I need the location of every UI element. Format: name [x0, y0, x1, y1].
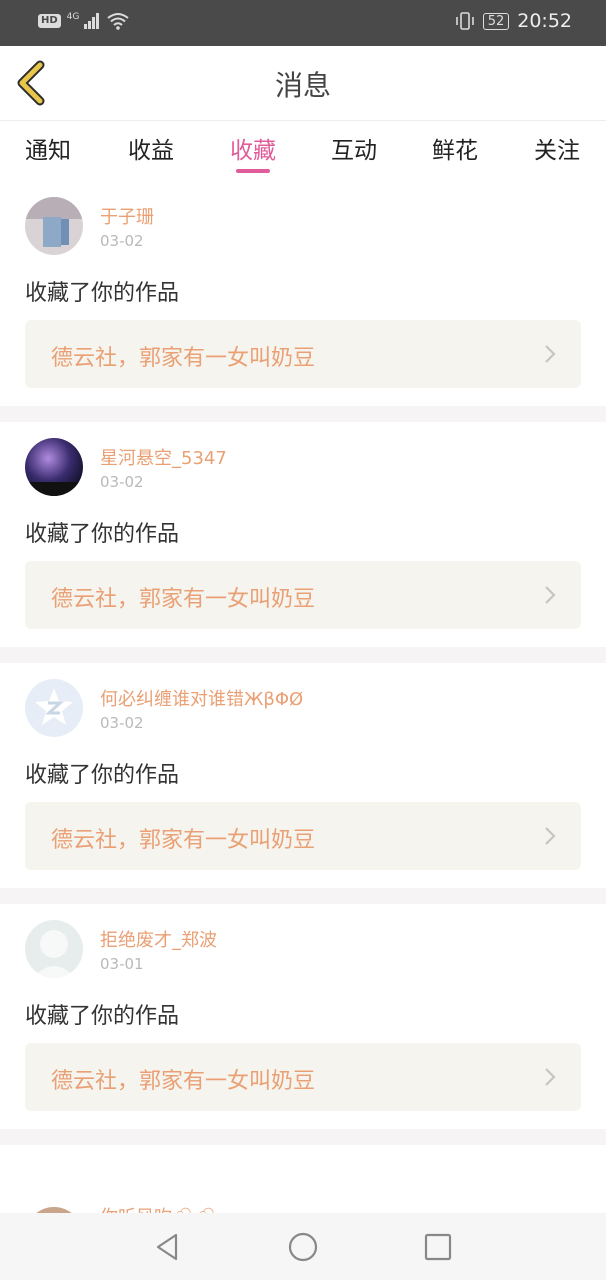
message-item: 星河悬空_5347 03-02 收藏了你的作品 德云社，郭家有一女叫奶豆	[0, 422, 606, 647]
message-text: 收藏了你的作品	[25, 281, 180, 306]
tab-notice[interactable]: 通知	[25, 131, 71, 165]
person-silhouette-icon	[25, 920, 83, 978]
network-label: 4G	[66, 12, 80, 22]
work-title: 德云社，郭家有一女叫奶豆	[51, 1069, 316, 1094]
page-title: 消息	[274, 69, 331, 102]
message-item: 于子珊 03-02 收藏了你的作品 德云社，郭家有一女叫奶豆	[0, 181, 606, 406]
vibrate-icon	[455, 12, 474, 30]
circle-home-icon[interactable]	[287, 1231, 319, 1263]
work-title: 德云社，郭家有一女叫奶豆	[51, 346, 316, 371]
status-right: 52 20:52	[455, 10, 572, 32]
status-left: HD 4G	[38, 12, 129, 30]
message-item: 何必纠缠谁对谁错ЖβΦØ 03-02 收藏了你的作品 德云社，郭家有一女叫奶豆	[0, 663, 606, 888]
message-item: 拒绝废才_郑波 03-01 收藏了你的作品 德云社，郭家有一女叫奶豆	[0, 904, 606, 1129]
work-link[interactable]: 德云社，郭家有一女叫奶豆	[25, 1043, 581, 1111]
tab-bar: 通知 收益 收藏 互动 鲜花 关注	[0, 121, 606, 181]
system-nav-bar	[0, 1213, 606, 1280]
chevron-right-icon	[545, 827, 556, 845]
work-title: 德云社，郭家有一女叫奶豆	[51, 587, 316, 612]
triangle-back-icon[interactable]	[152, 1231, 184, 1263]
chevron-right-icon	[545, 586, 556, 604]
message-text: 收藏了你的作品	[25, 522, 180, 547]
active-tab-indicator	[236, 169, 270, 173]
square-recent-icon[interactable]	[422, 1231, 454, 1263]
username[interactable]: 于子珊	[100, 203, 154, 229]
signal-icon	[84, 13, 100, 29]
message-text: 收藏了你的作品	[25, 1004, 180, 1029]
divider	[0, 888, 606, 904]
chevron-right-icon	[545, 345, 556, 363]
message-date: 03-02	[100, 473, 144, 491]
message-text: 收藏了你的作品	[25, 763, 180, 788]
header-bar: 消息	[0, 46, 606, 121]
message-list: 于子珊 03-02 收藏了你的作品 德云社，郭家有一女叫奶豆 星河悬空_5347…	[0, 181, 606, 1145]
username[interactable]: 何必纠缠谁对谁错ЖβΦØ	[100, 685, 303, 711]
work-link[interactable]: 德云社，郭家有一女叫奶豆	[25, 802, 581, 870]
divider	[0, 647, 606, 663]
avatar[interactable]	[25, 197, 83, 255]
tab-flowers[interactable]: 鲜花	[432, 131, 478, 165]
avatar[interactable]	[25, 920, 83, 978]
wifi-icon	[107, 13, 129, 30]
tab-follow[interactable]: 关注	[534, 131, 580, 165]
work-link[interactable]: 德云社，郭家有一女叫奶豆	[25, 561, 581, 629]
divider	[0, 406, 606, 422]
message-date: 03-02	[100, 714, 144, 732]
tab-favorites[interactable]: 收藏	[230, 131, 276, 165]
chevron-right-icon	[545, 1068, 556, 1086]
work-title: 德云社，郭家有一女叫奶豆	[51, 828, 316, 853]
hd-badge: HD	[38, 14, 61, 28]
message-date: 03-02	[100, 232, 144, 250]
tab-earnings[interactable]: 收益	[128, 131, 174, 165]
default-avatar-icon	[25, 679, 83, 737]
work-link[interactable]: 德云社，郭家有一女叫奶豆	[25, 320, 581, 388]
status-bar: HD 4G 52 20:52	[0, 0, 606, 46]
avatar[interactable]	[25, 438, 83, 496]
tab-interaction[interactable]: 互动	[331, 131, 377, 165]
battery-indicator: 52	[482, 12, 510, 30]
username[interactable]: 拒绝废才_郑波	[100, 926, 217, 952]
message-date: 03-01	[100, 955, 144, 973]
username[interactable]: 星河悬空_5347	[100, 444, 227, 470]
divider	[0, 1129, 606, 1145]
avatar[interactable]	[25, 679, 83, 737]
status-time: 20:52	[517, 10, 572, 32]
